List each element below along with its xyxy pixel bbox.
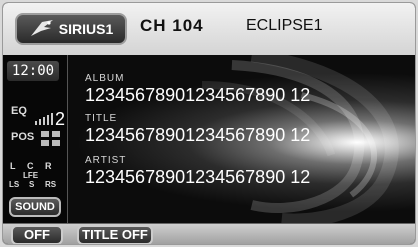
eq-level-icon: [35, 113, 53, 125]
eq-value: 2: [55, 109, 66, 129]
pos-label: POS: [11, 131, 35, 143]
balance-rs: RS: [45, 180, 57, 189]
balance-ls: LS: [9, 180, 20, 189]
title-label: TITLE: [85, 113, 118, 124]
balance-lfe: LFE: [23, 171, 39, 180]
album-label: ALBUM: [85, 73, 125, 84]
title-value: 12345678901234567890 12: [85, 125, 311, 145]
header-bar: SIRIUS1 CH 104 ECLIPSE1: [3, 3, 415, 56]
sirius-dog-icon: [30, 20, 53, 36]
clock: 12:00: [7, 61, 59, 81]
source-button-label: SIRIUS1: [58, 21, 114, 37]
position-icon: [41, 131, 60, 146]
channel-name: ECLIPSE1: [246, 17, 323, 34]
balance-s: S: [29, 180, 35, 189]
artist-value: 12345678901234567890 12: [85, 167, 311, 187]
radio-screen: SIRIUS1 CH 104 ECLIPSE1 12:00 EQ 2 POS L…: [2, 2, 416, 245]
balance-c: C: [27, 161, 34, 171]
album-value: 12345678901234567890 12: [85, 85, 311, 105]
source-button[interactable]: SIRIUS1: [15, 13, 127, 45]
title-off-button[interactable]: TITLE OFF: [77, 225, 153, 244]
off-button[interactable]: OFF: [11, 225, 63, 244]
left-panel: 12:00 EQ 2 POS L C R LFE LS S RS SOUND: [3, 55, 68, 223]
eq-label: EQ: [11, 105, 27, 117]
balance-r: R: [45, 161, 52, 171]
footer-bar: OFF TITLE OFF: [3, 223, 415, 244]
channel-number: CH 104: [140, 16, 204, 35]
info-area: 12:00 EQ 2 POS L C R LFE LS S RS SOUND A…: [3, 55, 415, 223]
artist-label: ARTIST: [85, 155, 127, 166]
balance-l: L: [10, 161, 16, 171]
sound-button[interactable]: SOUND: [9, 197, 61, 217]
